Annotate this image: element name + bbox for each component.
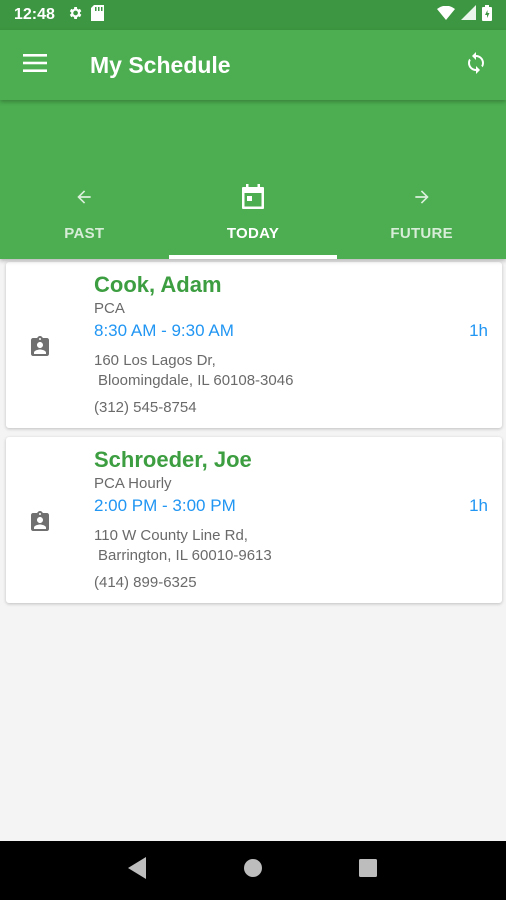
tab-today[interactable]: TODAY	[168, 177, 338, 259]
tab-bar: PAST TODAY FUTURE	[0, 177, 506, 259]
tab-bar-container: PAST TODAY FUTURE	[0, 100, 506, 259]
client-address: 110 W County Line Rd, Barrington, IL 600…	[94, 526, 488, 566]
address-line-2: Barrington, IL 60010-9613	[98, 547, 272, 564]
appointment-time: 2:00 PM - 3:00 PM	[94, 496, 236, 515]
app-bar: My Schedule	[0, 30, 506, 100]
service-type: PCA	[94, 300, 125, 317]
appointment-duration: 1h	[469, 321, 488, 340]
settings-gear-icon	[67, 5, 83, 26]
appointment-list: Cook, Adam PCA 8:30 AM - 9:30 AM 1h 160 …	[6, 262, 502, 612]
system-nav-bar	[0, 841, 506, 900]
tab-past-label: PAST	[64, 225, 105, 242]
recents-button[interactable]	[348, 851, 388, 891]
appointment-duration: 1h	[469, 496, 488, 515]
recents-square-icon	[359, 859, 378, 882]
wifi-icon	[437, 5, 455, 25]
calendar-icon	[241, 183, 265, 211]
tab-future[interactable]: FUTURE	[337, 177, 506, 259]
active-tab-indicator	[168, 255, 338, 259]
home-button[interactable]	[233, 851, 273, 891]
client-name: Schroeder, Joe	[94, 447, 252, 472]
service-type: PCA Hourly	[94, 475, 172, 492]
arrow-left-icon	[73, 183, 95, 211]
sync-icon	[464, 50, 488, 81]
client-address: 160 Los Lagos Dr, Bloomingdale, IL 60108…	[94, 351, 488, 391]
sync-button[interactable]	[446, 30, 506, 100]
sd-card-icon	[90, 4, 104, 26]
battery-icon	[482, 4, 492, 26]
status-time: 12:48	[14, 6, 55, 23]
back-triangle-icon	[127, 857, 148, 884]
address-line-2: Bloomingdale, IL 60108-3046	[98, 372, 294, 389]
home-circle-icon	[243, 858, 263, 883]
client-phone[interactable]: (312) 545-8754	[94, 399, 488, 417]
status-bar: 12:48	[0, 0, 506, 30]
assignment-ind-icon	[28, 334, 52, 365]
assignment-ind-icon	[28, 509, 52, 540]
appointment-card[interactable]: Cook, Adam PCA 8:30 AM - 9:30 AM 1h 160 …	[6, 262, 502, 428]
appointment-time: 8:30 AM - 9:30 AM	[94, 321, 234, 340]
address-line-1: 160 Los Lagos Dr,	[94, 352, 216, 369]
tab-future-label: FUTURE	[390, 225, 453, 242]
menu-button[interactable]	[0, 30, 70, 100]
page-title: My Schedule	[90, 51, 231, 78]
tab-past[interactable]: PAST	[0, 177, 169, 259]
tab-today-label: TODAY	[226, 225, 280, 242]
appointment-card[interactable]: Schroeder, Joe PCA Hourly 2:00 PM - 3:00…	[6, 437, 502, 603]
hamburger-menu-icon	[23, 53, 47, 77]
client-phone[interactable]: (414) 899-6325	[94, 574, 488, 592]
arrow-right-icon	[411, 183, 433, 211]
client-name: Cook, Adam	[94, 272, 222, 297]
back-button[interactable]	[118, 851, 158, 891]
address-line-1: 110 W County Line Rd,	[94, 527, 248, 544]
signal-icon	[461, 5, 476, 25]
